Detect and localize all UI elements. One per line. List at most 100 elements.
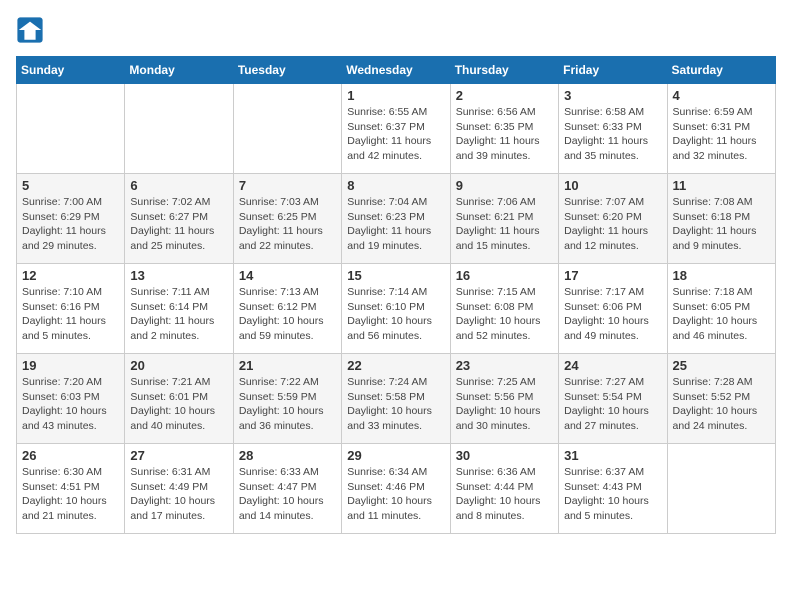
day-number: 8 — [347, 178, 444, 193]
day-info: Sunrise: 7:18 AM Sunset: 6:05 PM Dayligh… — [673, 285, 770, 344]
day-info: Sunrise: 7:02 AM Sunset: 6:27 PM Dayligh… — [130, 195, 227, 254]
day-info: Sunrise: 6:55 AM Sunset: 6:37 PM Dayligh… — [347, 105, 444, 164]
logo — [16, 16, 48, 44]
day-number: 7 — [239, 178, 336, 193]
calendar-cell — [17, 84, 125, 174]
weekday-header-monday: Monday — [125, 57, 233, 84]
day-number: 30 — [456, 448, 553, 463]
calendar-cell: 20 Sunrise: 7:21 AM Sunset: 6:01 PM Dayli… — [125, 354, 233, 444]
day-info: Sunrise: 7:06 AM Sunset: 6:21 PM Dayligh… — [456, 195, 553, 254]
calendar-cell — [233, 84, 341, 174]
day-number: 4 — [673, 88, 770, 103]
day-info: Sunrise: 7:11 AM Sunset: 6:14 PM Dayligh… — [130, 285, 227, 344]
calendar-cell: 8 Sunrise: 7:04 AM Sunset: 6:23 PM Daylig… — [342, 174, 450, 264]
calendar-cell: 14 Sunrise: 7:13 AM Sunset: 6:12 PM Dayli… — [233, 264, 341, 354]
calendar-cell: 28Sunrise: 6:33 AM Sunset: 4:47 PM Dayli… — [233, 444, 341, 534]
calendar-cell: 5 Sunrise: 7:00 AM Sunset: 6:29 PM Daylig… — [17, 174, 125, 264]
calendar-cell: 9 Sunrise: 7:06 AM Sunset: 6:21 PM Daylig… — [450, 174, 558, 264]
weekday-header-friday: Friday — [559, 57, 667, 84]
calendar-cell: 26Sunrise: 6:30 AM Sunset: 4:51 PM Dayli… — [17, 444, 125, 534]
weekday-header-thursday: Thursday — [450, 57, 558, 84]
calendar-cell: 4 Sunrise: 6:59 AM Sunset: 6:31 PM Daylig… — [667, 84, 775, 174]
day-number: 6 — [130, 178, 227, 193]
calendar-cell: 19 Sunrise: 7:20 AM Sunset: 6:03 PM Dayli… — [17, 354, 125, 444]
day-info: Sunrise: 7:25 AM Sunset: 5:56 PM Dayligh… — [456, 375, 553, 434]
day-info: Sunrise: 7:15 AM Sunset: 6:08 PM Dayligh… — [456, 285, 553, 344]
day-info: Sunrise: 6:31 AM Sunset: 4:49 PM Dayligh… — [130, 465, 227, 524]
day-info: Sunrise: 7:14 AM Sunset: 6:10 PM Dayligh… — [347, 285, 444, 344]
page-header — [16, 16, 776, 44]
day-info: Sunrise: 7:08 AM Sunset: 6:18 PM Dayligh… — [673, 195, 770, 254]
calendar-week-row: 5 Sunrise: 7:00 AM Sunset: 6:29 PM Daylig… — [17, 174, 776, 264]
calendar-cell: 23 Sunrise: 7:25 AM Sunset: 5:56 PM Dayli… — [450, 354, 558, 444]
day-info: Sunrise: 7:24 AM Sunset: 5:58 PM Dayligh… — [347, 375, 444, 434]
day-number: 17 — [564, 268, 661, 283]
day-number: 12 — [22, 268, 119, 283]
day-number: 18 — [673, 268, 770, 283]
calendar-cell: 29 Sunrise: 6:34 AM Sunset: 4:46 PM Dayli… — [342, 444, 450, 534]
calendar-cell: 17 Sunrise: 7:17 AM Sunset: 6:06 PM Dayli… — [559, 264, 667, 354]
calendar-cell: 10 Sunrise: 7:07 AM Sunset: 6:20 PM Dayli… — [559, 174, 667, 264]
day-number: 20 — [130, 358, 227, 373]
day-info: Sunrise: 6:30 AM Sunset: 4:51 PM Dayligh… — [22, 465, 119, 524]
day-number: 28 — [239, 448, 336, 463]
day-number: 1 — [347, 88, 444, 103]
calendar-cell: 11 Sunrise: 7:08 AM Sunset: 6:18 PM Dayli… — [667, 174, 775, 264]
weekday-header-saturday: Saturday — [667, 57, 775, 84]
day-number: 14 — [239, 268, 336, 283]
day-number: 11 — [673, 178, 770, 193]
day-number: 5 — [22, 178, 119, 193]
day-info: Sunrise: 7:13 AM Sunset: 6:12 PM Dayligh… — [239, 285, 336, 344]
calendar-week-row: 19 Sunrise: 7:20 AM Sunset: 6:03 PM Dayli… — [17, 354, 776, 444]
day-info: Sunrise: 7:04 AM Sunset: 6:23 PM Dayligh… — [347, 195, 444, 254]
day-info: Sunrise: 6:37 AM Sunset: 4:43 PM Dayligh… — [564, 465, 661, 524]
calendar-table: SundayMondayTuesdayWednesdayThursdayFrid… — [16, 56, 776, 534]
calendar-cell: 3 Sunrise: 6:58 AM Sunset: 6:33 PM Daylig… — [559, 84, 667, 174]
day-info: Sunrise: 6:59 AM Sunset: 6:31 PM Dayligh… — [673, 105, 770, 164]
calendar-header-row: SundayMondayTuesdayWednesdayThursdayFrid… — [17, 57, 776, 84]
calendar-cell: 16 Sunrise: 7:15 AM Sunset: 6:08 PM Dayli… — [450, 264, 558, 354]
day-number: 31 — [564, 448, 661, 463]
day-info: Sunrise: 7:00 AM Sunset: 6:29 PM Dayligh… — [22, 195, 119, 254]
calendar-cell: 31 Sunrise: 6:37 AM Sunset: 4:43 PM Dayli… — [559, 444, 667, 534]
day-number: 25 — [673, 358, 770, 373]
day-info: Sunrise: 7:27 AM Sunset: 5:54 PM Dayligh… — [564, 375, 661, 434]
calendar-cell — [667, 444, 775, 534]
day-info: Sunrise: 7:10 AM Sunset: 6:16 PM Dayligh… — [22, 285, 119, 344]
day-number: 21 — [239, 358, 336, 373]
day-info: Sunrise: 7:21 AM Sunset: 6:01 PM Dayligh… — [130, 375, 227, 434]
calendar-week-row: 26Sunrise: 6:30 AM Sunset: 4:51 PM Dayli… — [17, 444, 776, 534]
day-number: 27 — [130, 448, 227, 463]
day-number: 16 — [456, 268, 553, 283]
day-number: 24 — [564, 358, 661, 373]
day-info: Sunrise: 7:03 AM Sunset: 6:25 PM Dayligh… — [239, 195, 336, 254]
day-info: Sunrise: 6:36 AM Sunset: 4:44 PM Dayligh… — [456, 465, 553, 524]
day-info: Sunrise: 7:22 AM Sunset: 5:59 PM Dayligh… — [239, 375, 336, 434]
calendar-cell — [125, 84, 233, 174]
weekday-header-wednesday: Wednesday — [342, 57, 450, 84]
calendar-cell: 25Sunrise: 7:28 AM Sunset: 5:52 PM Dayli… — [667, 354, 775, 444]
calendar-cell: 22Sunrise: 7:24 AM Sunset: 5:58 PM Dayli… — [342, 354, 450, 444]
day-number: 2 — [456, 88, 553, 103]
day-info: Sunrise: 7:17 AM Sunset: 6:06 PM Dayligh… — [564, 285, 661, 344]
calendar-cell: 7 Sunrise: 7:03 AM Sunset: 6:25 PM Daylig… — [233, 174, 341, 264]
calendar-cell: 30 Sunrise: 6:36 AM Sunset: 4:44 PM Dayli… — [450, 444, 558, 534]
calendar-cell: 27 Sunrise: 6:31 AM Sunset: 4:49 PM Dayli… — [125, 444, 233, 534]
day-number: 9 — [456, 178, 553, 193]
day-info: Sunrise: 6:58 AM Sunset: 6:33 PM Dayligh… — [564, 105, 661, 164]
calendar-cell: 6 Sunrise: 7:02 AM Sunset: 6:27 PM Daylig… — [125, 174, 233, 264]
day-info: Sunrise: 6:34 AM Sunset: 4:46 PM Dayligh… — [347, 465, 444, 524]
calendar-week-row: 1 Sunrise: 6:55 AM Sunset: 6:37 PM Daylig… — [17, 84, 776, 174]
calendar-cell: 1 Sunrise: 6:55 AM Sunset: 6:37 PM Daylig… — [342, 84, 450, 174]
day-number: 13 — [130, 268, 227, 283]
day-info: Sunrise: 7:07 AM Sunset: 6:20 PM Dayligh… — [564, 195, 661, 254]
day-number: 19 — [22, 358, 119, 373]
day-number: 3 — [564, 88, 661, 103]
day-number: 23 — [456, 358, 553, 373]
day-number: 29 — [347, 448, 444, 463]
day-info: Sunrise: 7:20 AM Sunset: 6:03 PM Dayligh… — [22, 375, 119, 434]
calendar-cell: 18 Sunrise: 7:18 AM Sunset: 6:05 PM Dayli… — [667, 264, 775, 354]
weekday-header-sunday: Sunday — [17, 57, 125, 84]
day-number: 10 — [564, 178, 661, 193]
calendar-cell: 13 Sunrise: 7:11 AM Sunset: 6:14 PM Dayli… — [125, 264, 233, 354]
